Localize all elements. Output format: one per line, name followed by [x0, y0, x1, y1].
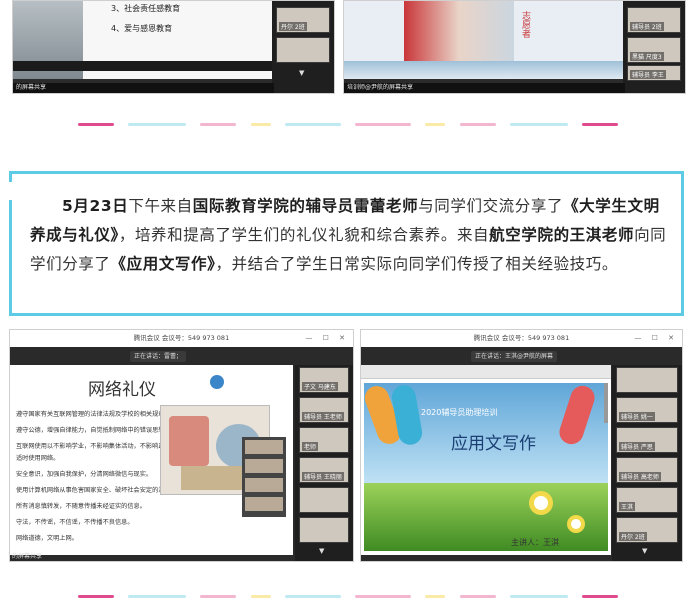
screen-share-label: 的屏幕共享 — [12, 553, 43, 560]
daisy-icon — [529, 491, 553, 515]
participant-video[interactable]: 王淇 — [616, 487, 678, 513]
divider-dash — [459, 595, 496, 598]
screen-share-label: 培训师@尹航的屏幕共享 — [344, 83, 625, 93]
divider-dash — [200, 123, 237, 126]
slide-line: 守法，不传谣，不信谣，不传播不良信息。 — [16, 519, 134, 526]
participant-video[interactable] — [276, 37, 330, 63]
window-title: 腾讯会议 会议号：549 973 081 — [473, 334, 570, 342]
slide-photo — [404, 1, 514, 69]
meeting-screenshot-top-left: 3、社会责任感教育 4、爱与感恩教育 丹尔 2班 ▼ 的屏幕共享 — [12, 0, 335, 94]
slide-item-4: 4、爱与感恩教育 — [111, 24, 173, 33]
window-titlebar: 腾讯会议 会议号：549 973 081 — ☐ ✕ — [361, 330, 682, 347]
divider-dash — [509, 123, 568, 126]
card-paragraph: 5月23日下午来自国际教育学院的辅导员雷蕾老师与同学们交流分享了《大学生文明养成… — [30, 197, 667, 273]
banner-text: 志愿者 — [520, 11, 530, 38]
slide-mountain — [344, 61, 625, 79]
divider-dash — [459, 123, 496, 126]
divider-dash — [284, 595, 341, 598]
video-gallery: 辅导员 2班 黑猫 尺度3 辅导员 李王 — [623, 1, 685, 93]
college-name: 国际教育学院的辅导员雷蕾老师 — [192, 197, 419, 215]
meeting-screenshot-top-right: 志愿者 辅导员 2班 黑猫 尺度3 辅导员 李王 培训师@尹航的屏幕共享 — [343, 0, 686, 94]
divider-dash — [581, 595, 618, 598]
divider-dash — [250, 595, 271, 598]
participant-video[interactable]: 丹尔 2班 — [616, 517, 678, 543]
video-gallery: 子文 马建东 辅导员 王老师 老师 辅导员 王晓丽 ▼ — [295, 365, 353, 561]
divider-dash — [509, 595, 568, 598]
shared-slide: 志愿者 — [344, 1, 625, 79]
participant-video[interactable]: 辅导员 高老师 — [616, 457, 678, 483]
floating-video-panel[interactable] — [242, 437, 286, 517]
participant-video[interactable]: 老师 — [299, 427, 349, 453]
slide-line: 网络道德，文明上网。 — [16, 535, 78, 542]
divider-dash — [78, 123, 114, 126]
chevron-down-icon[interactable]: ▼ — [319, 547, 324, 555]
info-card: 5月23日下午来自国际教育学院的辅导员雷蕾老师与同学们交流分享了《大学生文明养成… — [9, 171, 684, 316]
participant-video[interactable]: 辅导员 李王 — [627, 65, 681, 81]
window-title: 腾讯会议 会议号：549 973 081 — [133, 334, 230, 342]
slide-title: 应用文写作 — [451, 434, 536, 454]
video-gallery: 辅导员 姚一 辅导员 严思 辅导员 高老师 王淇 丹尔 2班 ▼ — [612, 365, 682, 561]
meeting-screenshot-bottom-right: 腾讯会议 会议号：549 973 081 — ☐ ✕ 正在讲话：王淇@尹航的屏幕… — [360, 329, 683, 562]
slide-title: 网络礼仪 — [88, 380, 156, 400]
daisy-icon — [567, 515, 585, 533]
divider-dash — [355, 123, 412, 126]
divider-dash — [128, 595, 187, 598]
participant-video[interactable] — [299, 487, 349, 513]
slide-icon — [210, 375, 224, 389]
date-text: 5月23日 — [62, 197, 129, 215]
participant-video[interactable] — [616, 367, 678, 393]
course-title: 《应用文写作》 — [110, 255, 216, 273]
window-controls[interactable]: — ☐ ✕ — [305, 330, 349, 347]
scrollbar[interactable] — [604, 383, 608, 423]
divider-dash — [200, 595, 237, 598]
slide-line: 遵守公德，增强自律能力，自觉抵制网络中的错误思想。 — [16, 427, 171, 434]
participant-video[interactable]: 辅导员 王老师 — [299, 397, 349, 423]
participant-video[interactable] — [299, 517, 349, 543]
speaking-indicator: 正在讲话：雷蕾； — [130, 351, 187, 362]
taskbar — [13, 61, 272, 71]
divider-dash — [425, 595, 446, 598]
divider-dash — [250, 123, 271, 126]
divider-dash — [581, 123, 618, 126]
shared-slide: 2020辅导员助理培训 应用文写作 主讲人：王淇 — [361, 365, 611, 555]
college-name: 航空学院的王淇老师 — [489, 226, 635, 244]
divider-dash — [355, 595, 412, 598]
participant-video[interactable]: 黑猫 尺度3 — [627, 37, 681, 63]
participant-video[interactable]: 辅导员 姚一 — [616, 397, 678, 423]
divider-dash — [425, 123, 446, 126]
participant-video[interactable]: 辅导员 王晓丽 — [299, 457, 349, 483]
slide-line: 适时使用网络。 — [16, 455, 60, 462]
decorative-divider — [78, 595, 618, 599]
chevron-down-icon[interactable]: ▼ — [642, 547, 647, 555]
slide-author: 主讲人：王淇 — [511, 538, 559, 547]
window-controls[interactable]: — ☐ ✕ — [634, 330, 678, 347]
slide-subtitle: 2020辅导员助理培训 — [421, 408, 498, 417]
slide-line: 安全意识，加强自我保护，分清网络微信与现实。 — [16, 471, 153, 478]
divider-dash — [128, 123, 187, 126]
editor-toolbar[interactable] — [361, 365, 611, 379]
slide-item-3: 3、社会责任感教育 — [111, 4, 181, 13]
window-titlebar: 腾讯会议 会议号：549 973 081 — ☐ ✕ — [10, 330, 353, 347]
divider-dash — [284, 123, 341, 126]
participant-video[interactable]: 辅导员 2班 — [627, 7, 681, 33]
decorative-divider — [78, 123, 618, 127]
video-gallery: 丹尔 2班 ▼ — [272, 1, 334, 93]
divider-dash — [78, 595, 114, 598]
chevron-down-icon[interactable]: ▼ — [299, 69, 304, 77]
slide-line: 所有消息慎转发，不随意传播未经证实的信息。 — [16, 503, 146, 510]
participant-video[interactable]: 丹尔 2班 — [276, 7, 330, 33]
speaking-indicator: 正在讲话：王淇@尹航的屏幕 — [471, 351, 558, 362]
shared-slide: 网络礼仪 遵守国家有关互联网管理的法律法规及学校的相关规章制度和要求。 遵守公德… — [10, 365, 293, 555]
participant-video[interactable]: 辅导员 严思 — [616, 427, 678, 453]
meeting-screenshot-bottom-left: 腾讯会议 会议号：549 973 081 — ☐ ✕ 正在讲话：雷蕾； 网络礼仪… — [9, 329, 354, 562]
participant-video[interactable]: 子文 马建东 — [299, 367, 349, 393]
screen-share-label: 的屏幕共享 — [13, 83, 274, 93]
